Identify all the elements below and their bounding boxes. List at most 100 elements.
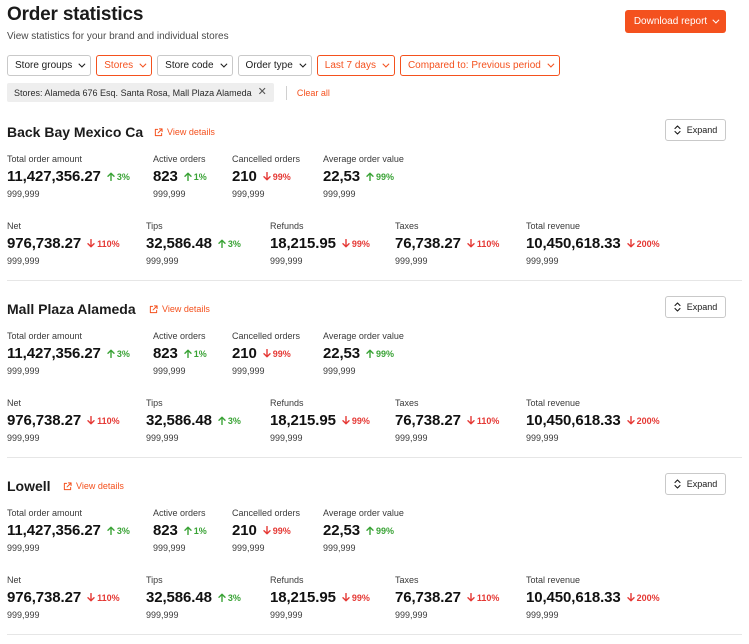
arrow-down-icon xyxy=(87,416,95,425)
metric-label: Cancelled orders xyxy=(232,508,301,518)
arrow-down-icon xyxy=(467,593,475,602)
download-report-button[interactable]: Download report xyxy=(625,10,726,33)
arrow-up-icon xyxy=(184,526,192,535)
chevron-down-icon xyxy=(139,60,147,68)
metric-change-value: 99% xyxy=(376,348,395,359)
metric-change: 200% xyxy=(626,416,660,426)
arrow-down-icon xyxy=(263,349,271,358)
metric-label: Taxes xyxy=(395,221,419,231)
metric-change: 99% xyxy=(366,349,394,359)
metric-label: Average order value xyxy=(323,331,404,341)
arrow-up-icon xyxy=(218,239,226,248)
filter-store-groups[interactable]: Store groups xyxy=(7,55,92,76)
metric-value: 32,586.48 xyxy=(146,589,212,606)
metric-change: 200% xyxy=(626,593,660,603)
view-details-link[interactable]: View details xyxy=(63,481,124,491)
close-icon[interactable]: ✕ xyxy=(258,87,267,98)
metric: Active orders 823 1% 999,999 xyxy=(153,508,207,553)
external-link-icon xyxy=(149,304,158,313)
metric-label: Taxes xyxy=(395,398,419,408)
metric-value: 823 xyxy=(153,168,178,185)
metric-value: 976,738.27 xyxy=(7,235,82,252)
metric-comparison: 999,999 xyxy=(232,543,265,553)
metric-label: Refunds xyxy=(270,221,304,231)
filter-stores[interactable]: Stores xyxy=(96,55,153,76)
filter-label: Previous period xyxy=(471,60,541,71)
metric: Cancelled orders 210 99% 999,999 xyxy=(232,508,300,553)
view-details-link[interactable]: View details xyxy=(154,127,215,137)
filter-label: Store groups xyxy=(15,60,73,71)
metric: Tips 32,586.48 3% 999,999 xyxy=(146,398,241,443)
filter-order-type[interactable]: Order type xyxy=(237,55,312,76)
chevron-up-down-icon xyxy=(674,302,681,312)
metric-change: 110% xyxy=(467,593,499,603)
metric-change-value: 99% xyxy=(272,171,291,182)
metric-comparison: 999,999 xyxy=(323,543,356,553)
metric-label: Cancelled orders xyxy=(232,154,301,164)
clear-all-link[interactable]: Clear all xyxy=(297,88,330,98)
metric-label: Refunds xyxy=(270,398,304,408)
metric: Tips 32,586.48 3% 999,999 xyxy=(146,221,241,266)
chevron-down-icon xyxy=(547,60,555,68)
chip-label: Stores: Alameda 676 Esq. Santa Rosa, Mal… xyxy=(14,87,252,98)
store-name: Lowell xyxy=(7,478,51,494)
filter-label: Store code xyxy=(165,60,214,71)
expand-button[interactable]: Expand xyxy=(665,119,726,141)
metric: Total order amount 11,427,356.27 3% 999,999 xyxy=(7,331,130,376)
view-details-link[interactable]: View details xyxy=(149,304,210,314)
metric-change-value: 99% xyxy=(351,415,370,426)
arrow-down-icon xyxy=(342,593,350,602)
metric-label: Net xyxy=(7,398,22,408)
metric-comparison: 999,999 xyxy=(7,433,40,443)
metric-value: 11,427,356.27 xyxy=(7,522,101,539)
metric: Refunds 18,215.95 99% 999,999 xyxy=(270,398,370,443)
metric-comparison: 999,999 xyxy=(323,366,356,376)
metric: Total order amount 11,427,356.27 3% 999,999 xyxy=(7,508,130,553)
metric-change: 99% xyxy=(263,349,291,359)
filter-store-code[interactable]: Store code xyxy=(157,55,233,76)
metric-value: 18,215.95 xyxy=(270,235,336,252)
metric-comparison: 999,999 xyxy=(323,189,356,199)
metric-label: Average order value xyxy=(323,154,404,164)
metric-comparison: 999,999 xyxy=(270,433,303,443)
metric-value: 18,215.95 xyxy=(270,412,336,429)
view-details-label: View details xyxy=(167,127,215,137)
expand-label: Expand xyxy=(686,302,718,312)
metric-change-value: 99% xyxy=(351,238,370,249)
metric-change: 110% xyxy=(87,416,120,426)
external-link-icon xyxy=(63,481,72,490)
view-details-label: View details xyxy=(76,481,124,491)
expand-button[interactable]: Expand xyxy=(665,296,726,318)
filter-label: Stores xyxy=(104,60,134,71)
metric-comparison: 999,999 xyxy=(7,543,40,553)
metric-change: 99% xyxy=(263,526,291,536)
arrow-down-icon xyxy=(626,416,635,425)
metric-value: 976,738.27 xyxy=(7,412,82,429)
metric-change-value: 1% xyxy=(193,348,207,359)
metric-change: 3% xyxy=(218,416,241,426)
metric-value: 10,450,618.33 xyxy=(526,412,621,429)
divider xyxy=(285,85,287,100)
metric-change-value: 99% xyxy=(351,592,370,603)
metric-change: 110% xyxy=(87,239,120,249)
external-link-icon xyxy=(154,127,163,136)
chevron-down-icon xyxy=(382,60,390,68)
chevron-down-icon xyxy=(712,16,720,24)
arrow-up-icon xyxy=(107,526,115,535)
metric: Taxes 76,738.27 110% 999,999 xyxy=(395,575,499,620)
expand-button[interactable]: Expand xyxy=(665,473,726,495)
metric-change-value: 110% xyxy=(476,415,500,426)
filter-date-range[interactable]: Last 7 days xyxy=(316,55,395,76)
metric-value: 823 xyxy=(153,522,178,539)
metric-label: Refunds xyxy=(270,575,304,585)
metric-comparison: 999,999 xyxy=(526,256,559,266)
metric-comparison: 999,999 xyxy=(7,189,40,199)
divider xyxy=(7,280,742,281)
metric: Refunds 18,215.95 99% 999,999 xyxy=(270,221,370,266)
metric-change-value: 1% xyxy=(193,525,207,536)
filter-compared-to[interactable]: Compared to: Previous period xyxy=(399,55,560,76)
metric-label: Taxes xyxy=(395,575,419,585)
metric-value: 22,53 xyxy=(323,345,361,362)
metric-change: 99% xyxy=(342,593,370,603)
metric-value: 11,427,356.27 xyxy=(7,345,101,362)
